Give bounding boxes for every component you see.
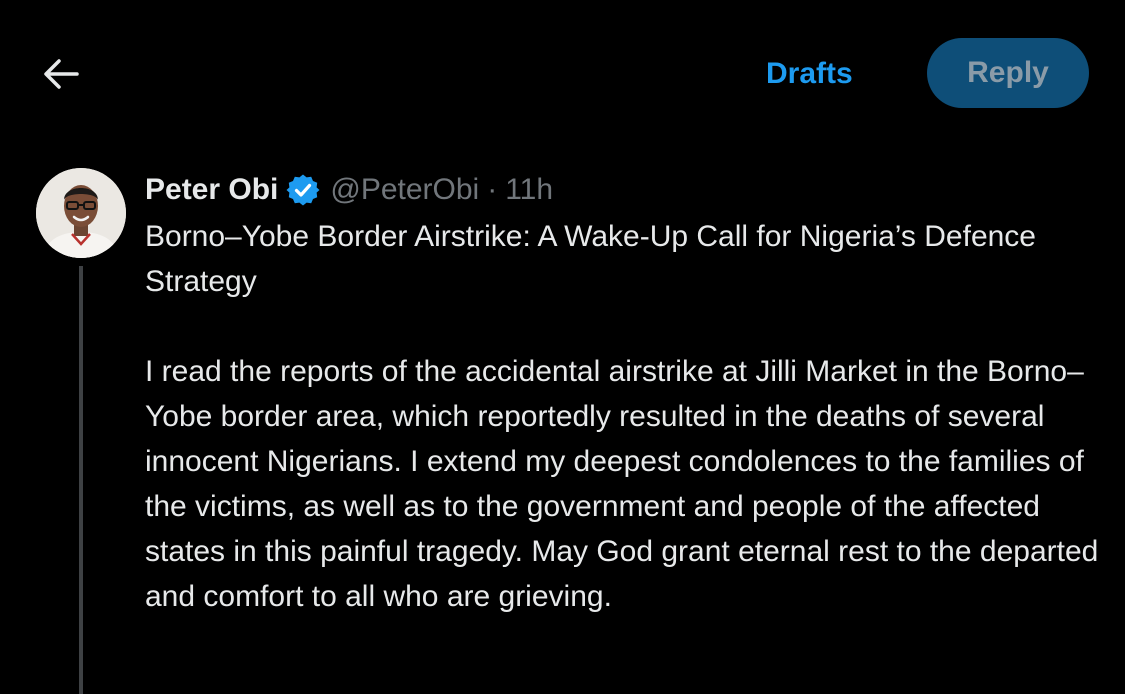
post-timestamp[interactable]: 11h	[505, 173, 553, 207]
post-header: Peter Obi @PeterObi · 11h	[145, 168, 1105, 212]
quoted-post: Peter Obi @PeterObi · 11h Borno–Yobe Bor…	[145, 168, 1105, 619]
post-title: Borno–Yobe Border Airstrike: A Wake-Up C…	[145, 220, 1036, 298]
post-body: I read the reports of the accidental air…	[145, 355, 1099, 613]
back-arrow-icon	[44, 59, 79, 89]
author-handle[interactable]: @PeterObi	[330, 173, 479, 207]
verified-badge-icon	[286, 173, 320, 207]
author-name[interactable]: Peter Obi	[145, 173, 278, 207]
back-button[interactable]	[38, 52, 82, 96]
avatar[interactable]	[36, 168, 126, 258]
reply-button[interactable]: Reply	[927, 38, 1089, 108]
avatar-photo	[36, 168, 126, 258]
drafts-button[interactable]: Drafts	[766, 56, 853, 92]
thread-connector-line	[79, 266, 83, 694]
top-bar: Drafts Reply	[0, 0, 1125, 140]
separator-dot: ·	[487, 173, 498, 206]
